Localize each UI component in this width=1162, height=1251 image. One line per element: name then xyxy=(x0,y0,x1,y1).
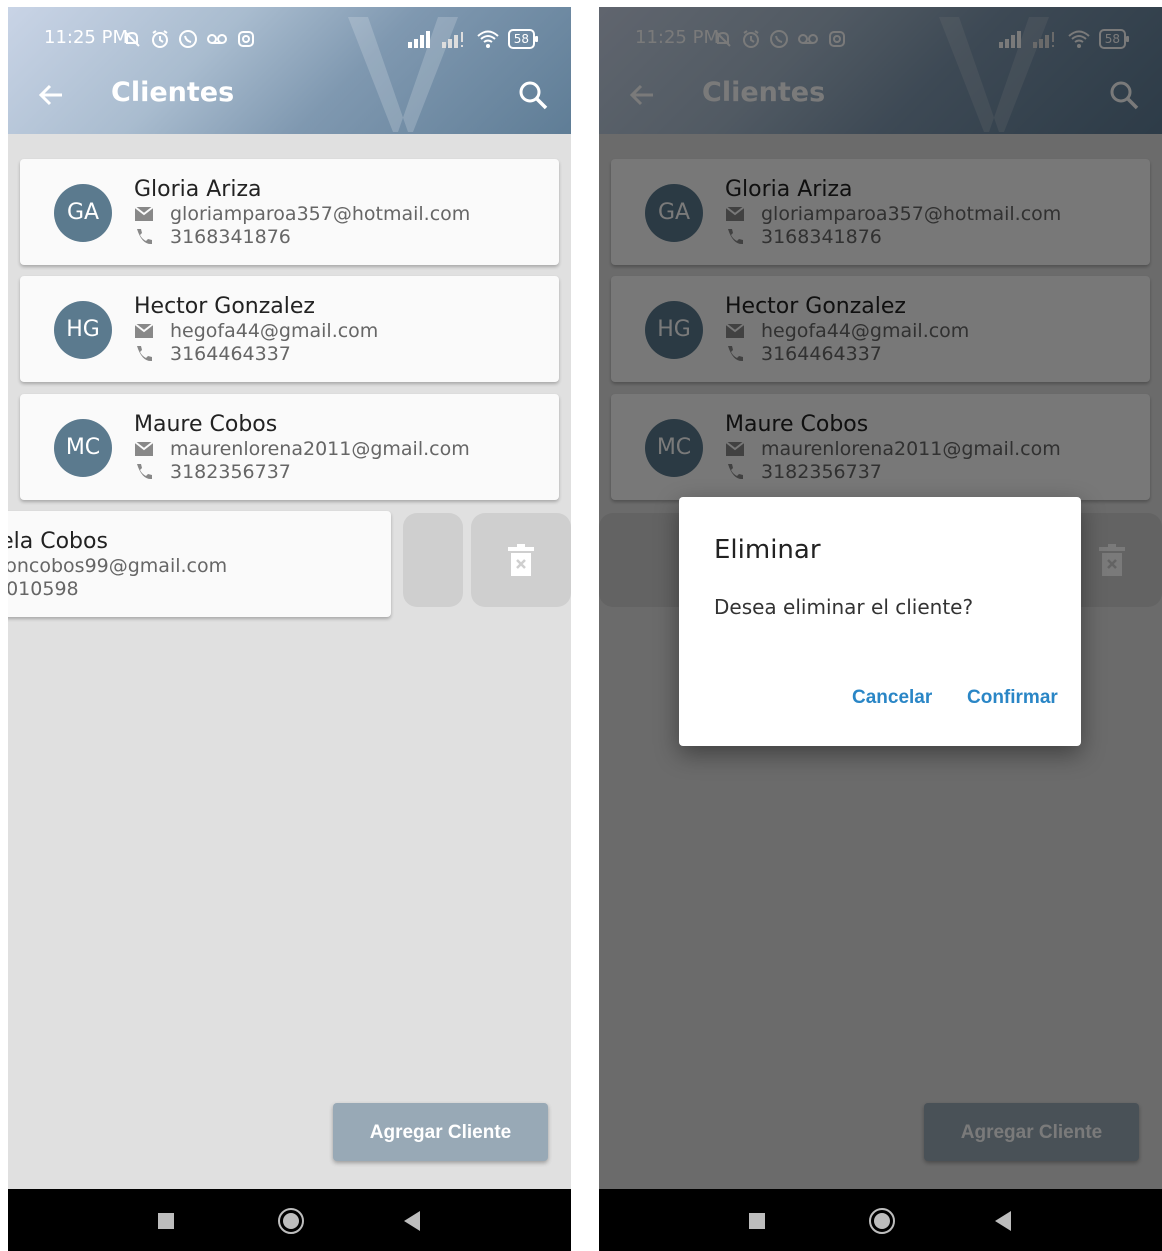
dialog-message: Desea eliminar el cliente? xyxy=(714,595,974,619)
dialog-title: Eliminar xyxy=(714,535,821,565)
home-icon[interactable] xyxy=(278,1208,304,1234)
client-email: hegofa44@gmail.com xyxy=(170,320,379,342)
screen-client-list: 11:25 PM 58 Clientes GA Gloria Ariza glo… xyxy=(8,7,571,1251)
client-email: voncobos99@gmail.com xyxy=(8,555,228,577)
wifi-icon xyxy=(477,30,499,48)
delete-background xyxy=(403,513,463,607)
system-nav-bar xyxy=(8,1189,571,1251)
client-name: Maure Cobos xyxy=(134,412,278,437)
avatar: MC xyxy=(54,419,112,477)
client-card-swiped[interactable]: iela Cobos voncobos99@gmail.com 7010598 xyxy=(8,511,391,617)
client-email: maurenlorena2011@gmail.com xyxy=(170,438,470,460)
recent-apps-icon[interactable] xyxy=(749,1213,765,1229)
phone-icon xyxy=(137,346,152,362)
signal-icon xyxy=(407,31,430,48)
screen-delete-dialog: 11:25 PM 58 Clientes GA Gloria Ariza g xyxy=(599,7,1162,1251)
instagram-icon xyxy=(238,31,254,47)
nav-back-icon[interactable] xyxy=(404,1211,420,1231)
back-arrow-icon[interactable] xyxy=(32,75,72,115)
nav-back-icon[interactable] xyxy=(995,1211,1011,1231)
search-icon[interactable] xyxy=(515,77,551,113)
status-time: 11:25 PM xyxy=(44,27,128,48)
phone-icon xyxy=(137,229,152,245)
status-bar: 11:25 PM 58 xyxy=(44,25,539,53)
client-phone: 7010598 xyxy=(8,578,79,600)
email-icon xyxy=(134,206,154,221)
home-icon[interactable] xyxy=(869,1208,895,1234)
phone-icon xyxy=(137,464,152,480)
avatar: HG xyxy=(54,301,112,359)
page-title: Clientes xyxy=(111,77,235,108)
voicemail-icon xyxy=(207,34,227,44)
client-card[interactable]: MC Maure Cobos maurenlorena2011@gmail.co… xyxy=(20,394,559,500)
email-icon xyxy=(134,441,154,456)
client-phone: 3168341876 xyxy=(170,226,291,248)
cancel-button[interactable]: Cancelar xyxy=(852,687,932,709)
client-name: Hector Gonzalez xyxy=(134,294,315,319)
delete-confirm-dialog: Eliminar Desea eliminar el cliente? Canc… xyxy=(679,497,1081,746)
app-bar: 11:25 PM 58 Clientes xyxy=(8,7,571,134)
email-icon xyxy=(134,323,154,338)
mute-icon xyxy=(124,31,140,47)
battery-icon: 58 xyxy=(507,29,539,49)
client-card[interactable]: HG Hector Gonzalez hegofa44@gmail.com 31… xyxy=(20,276,559,382)
client-phone: 3164464337 xyxy=(170,343,291,365)
alarm-icon xyxy=(152,30,168,48)
signal-icon-2 xyxy=(441,32,463,48)
avatar: GA xyxy=(54,184,112,242)
client-email: gloriamparoa357@hotmail.com xyxy=(170,203,471,225)
system-nav-bar xyxy=(599,1189,1162,1251)
client-name: iela Cobos xyxy=(8,529,108,554)
recent-apps-icon[interactable] xyxy=(158,1213,174,1229)
whatsapp-icon xyxy=(179,30,197,48)
client-name: Gloria Ariza xyxy=(134,177,262,202)
client-card[interactable]: GA Gloria Ariza gloriamparoa357@hotmail.… xyxy=(20,159,559,265)
confirm-button[interactable]: Confirmar xyxy=(967,687,1058,709)
trash-icon[interactable] xyxy=(508,544,534,576)
client-phone: 3182356737 xyxy=(170,461,291,483)
add-client-button[interactable]: Agregar Cliente xyxy=(333,1103,548,1161)
